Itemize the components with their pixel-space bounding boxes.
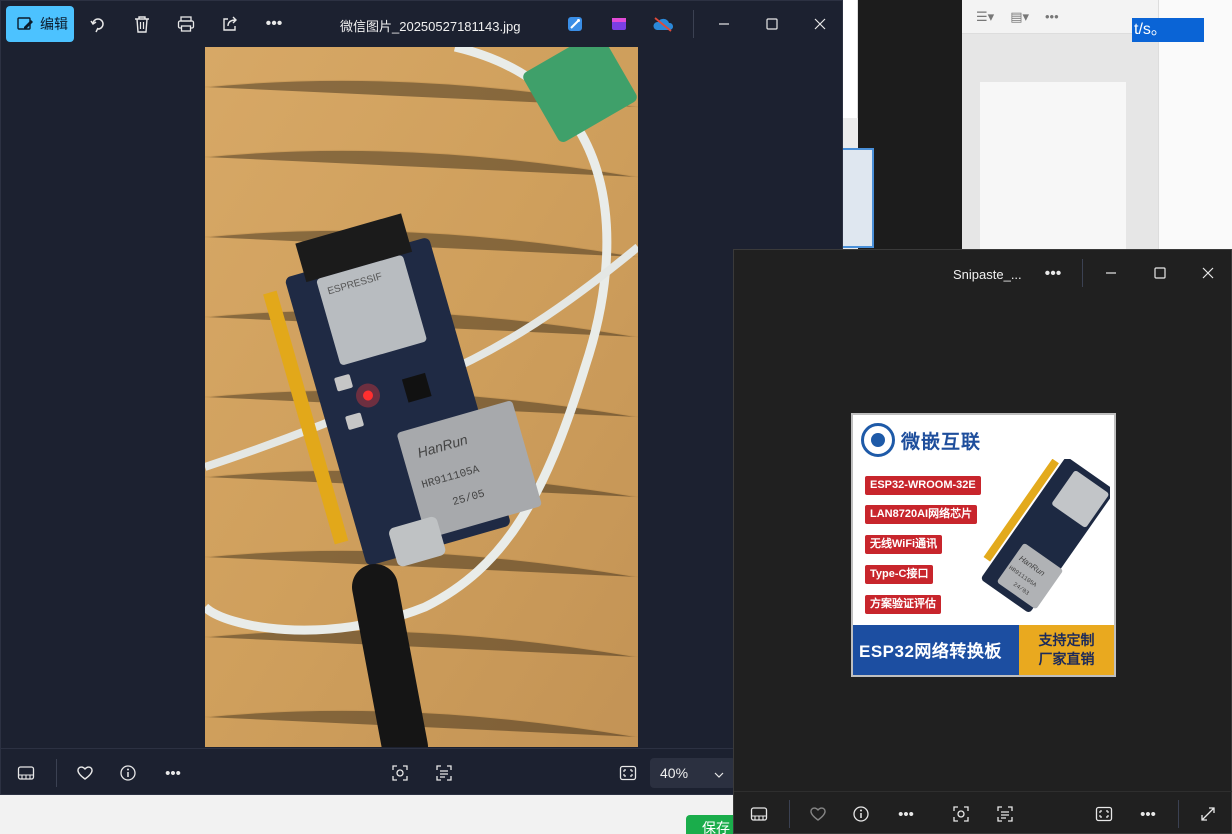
fullscreen-icon[interactable]	[1197, 803, 1219, 825]
bottom-separator-1	[56, 759, 57, 787]
filmstrip-icon[interactable]	[748, 803, 770, 825]
snipaste-titlebar: Snipaste_... •••	[734, 250, 1232, 296]
banner-footer-line1: 支持定制	[1038, 632, 1095, 648]
chevron-down-icon	[714, 765, 724, 781]
brand-logo	[861, 423, 895, 457]
more-icon[interactable]: •••	[1045, 9, 1059, 24]
snipaste-title: Snipaste_...	[953, 267, 1022, 282]
visual-search-icon[interactable]	[389, 762, 411, 784]
window-title: 微信图片_20250527181143.jpg	[340, 19, 521, 34]
more-icon[interactable]: •••	[162, 762, 184, 784]
edit-image-icon	[17, 17, 33, 30]
feature-badge: 无线WiFi通讯	[865, 535, 943, 554]
photo-content: ESPRESSIF HanRun HR911105A 25/05	[205, 47, 638, 747]
edit-label: 编辑	[40, 16, 68, 32]
filmstrip-icon[interactable]	[15, 762, 37, 784]
banner-footer: ESP32网络转换板 支持定制 厂家直销	[853, 625, 1114, 675]
scan-text-icon[interactable]	[433, 762, 455, 784]
banner-footer-title: ESP32网络转换板	[859, 642, 1002, 661]
title-separator	[693, 10, 694, 38]
visual-search-icon[interactable]	[950, 803, 972, 825]
background-bottom-area: 保存	[0, 795, 740, 834]
align-icon[interactable]: ▤▾	[1010, 9, 1029, 25]
banner-brand: 微嵌互联	[901, 431, 982, 453]
snip-bottom-separator-1	[789, 800, 790, 828]
feature-badge: 方案验证评估	[865, 595, 941, 614]
scan-text-icon[interactable]	[994, 803, 1016, 825]
feature-badge: ESP32-WROOM-32E	[865, 476, 981, 495]
heart-icon[interactable]	[807, 803, 829, 825]
heart-icon[interactable]	[74, 762, 96, 784]
more-icon[interactable]: •••	[1042, 263, 1064, 285]
snip-title-separator	[1082, 259, 1083, 287]
delete-icon[interactable]	[131, 13, 153, 35]
zoom-select[interactable]: 40%	[650, 758, 736, 788]
snipaste-bottombar: ••• •••	[734, 791, 1232, 834]
maximize-icon[interactable]	[761, 13, 783, 35]
designer-icon[interactable]	[564, 13, 586, 35]
photos-titlebar: 编辑 ••• 微信图片_20250527181143.jpg	[1, 1, 844, 47]
list-icon[interactable]: ☰▾	[976, 9, 994, 25]
edit-button[interactable]: 编辑	[6, 6, 74, 42]
background-toolbar: ☰▾ ▤▾ •••	[962, 0, 1158, 34]
background-selected-text: t/s。	[1132, 18, 1204, 42]
product-banner-image[interactable]: 微嵌互联 ESP32-WROOM-32E LAN8720AI网络芯片 无线WiF…	[851, 413, 1116, 677]
photo-view[interactable]: ESPRESSIF HanRun HR911105A 25/05	[205, 47, 638, 747]
banner-header: 微嵌互联	[861, 423, 981, 457]
feature-badge: LAN8720AI网络芯片	[865, 505, 978, 524]
clipchamp-icon[interactable]	[608, 13, 630, 35]
snip-bottom-separator-2	[1178, 800, 1179, 828]
minimize-icon[interactable]	[1100, 262, 1122, 284]
photos-window: 编辑 ••• 微信图片_20250527181143.jpg ESPRESSIF…	[0, 0, 844, 796]
background-page	[962, 34, 1158, 272]
maximize-icon[interactable]	[1149, 262, 1171, 284]
background-thumbnail[interactable]	[840, 148, 874, 248]
snipaste-window: Snipaste_... ••• 微嵌互联 ESP32-WROOM-32E LA…	[733, 249, 1232, 834]
share-icon[interactable]	[219, 13, 241, 35]
feature-badge: Type-C接口	[865, 565, 934, 584]
more-icon[interactable]: •••	[263, 13, 285, 35]
fit-window-icon[interactable]	[1093, 803, 1115, 825]
photos-bottombar: ••• 40% •••	[1, 748, 844, 796]
rotate-icon[interactable]	[87, 13, 109, 35]
background-page-inner	[980, 82, 1126, 272]
background-document-window: ☰▾ ▤▾ ••• t/s。	[840, 0, 1232, 272]
background-save-button[interactable]: 保存	[686, 815, 740, 834]
zoom-value: 40%	[660, 765, 689, 781]
product-board-picture: HanRun HR911105A 24/03	[981, 459, 1110, 612]
more-icon[interactable]: •••	[895, 803, 917, 825]
banner-footer-side: 支持定制 厂家直销	[1019, 625, 1114, 675]
print-icon[interactable]	[175, 13, 197, 35]
more-icon[interactable]: •••	[1137, 803, 1159, 825]
minimize-icon[interactable]	[713, 13, 735, 35]
onedrive-icon[interactable]	[652, 13, 674, 35]
close-icon[interactable]	[1197, 262, 1219, 284]
close-icon[interactable]	[809, 13, 831, 35]
banner-footer-line2: 厂家直销	[1038, 651, 1095, 667]
info-icon[interactable]	[850, 803, 872, 825]
info-icon[interactable]	[117, 762, 139, 784]
fit-window-icon[interactable]	[617, 762, 639, 784]
